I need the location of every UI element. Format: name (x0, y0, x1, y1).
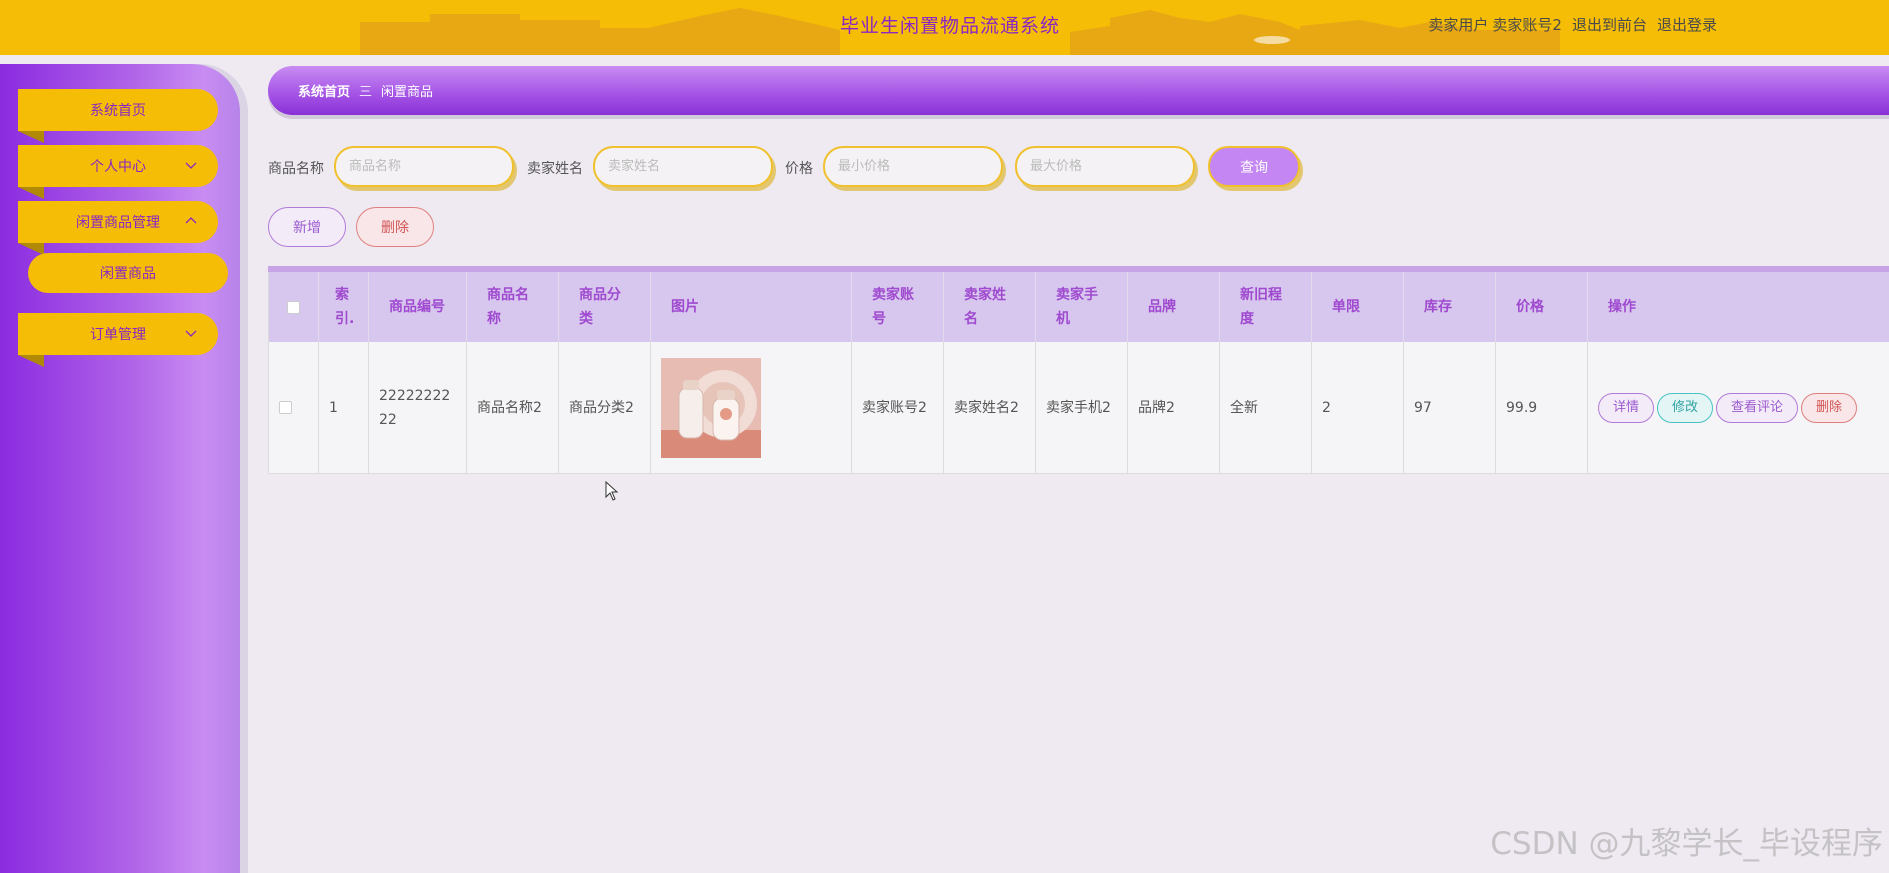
breadcrumb-separator: 三 (359, 85, 373, 100)
sidebar-subitem-label: 闲置商品 (100, 266, 156, 282)
cell-brand: 品牌2 (1128, 342, 1220, 473)
watermark: CSDN @九黎学长_毕设程序 (1490, 826, 1883, 862)
goods-table: 索引. 商品编号 商品名称 商品分类 图片 卖家账号 卖家姓名 卖家手机 品牌 … (268, 266, 1889, 474)
sidebar-item-label: 闲置商品管理 (76, 215, 160, 231)
cell-code: 2222222222 (369, 342, 467, 473)
select-all-checkbox[interactable] (287, 300, 300, 314)
price-label: 价格 (785, 161, 813, 177)
col-stock: 库存 (1404, 272, 1496, 342)
product-thumbnail[interactable] (661, 357, 761, 458)
cell-stock: 97 (1404, 342, 1496, 473)
cell-ops: 详情 修改 查看评论 删除 (1588, 342, 1889, 473)
cell-index: 1 (319, 342, 369, 473)
mouse-cursor-icon (605, 481, 619, 501)
col-seller-name: 卖家姓名 (944, 272, 1036, 342)
cell-image (651, 342, 852, 473)
col-index: 索引. (319, 272, 369, 342)
chevron-down-icon (185, 330, 197, 337)
batch-delete-button[interactable]: 删除 (356, 207, 434, 247)
cell-seller-account: 卖家账号2 (852, 342, 944, 473)
sidebar-item-home[interactable]: 系统首页 (18, 89, 218, 143)
cell-price: 99.9 (1496, 342, 1588, 473)
ribbon-fold (18, 243, 44, 255)
max-price-input[interactable] (1015, 146, 1195, 187)
ribbon-fold (18, 355, 44, 367)
cell-category: 商品分类2 (559, 342, 651, 473)
user-name: 卖家账号2 (1492, 16, 1562, 34)
goods-name-label: 商品名称 (268, 161, 324, 177)
sidebar: 系统首页 个人中心 闲置商品管理 闲置商品 订单管理 (0, 64, 240, 873)
ribbon-fold (18, 187, 44, 199)
table-row: 1 2222222222 商品名称2 商品分类2 卖家账号2 卖家姓名2 卖家手… (268, 342, 1889, 474)
sidebar-item-idle-goods-mgmt[interactable]: 闲置商品管理 (18, 201, 218, 255)
cell-limit: 2 (1312, 342, 1404, 473)
row-select-cell (268, 342, 319, 473)
col-condition: 新旧程度 (1220, 272, 1312, 342)
goods-name-input[interactable] (334, 146, 514, 187)
col-code: 商品编号 (369, 272, 467, 342)
row-checkbox[interactable] (279, 401, 292, 414)
cell-name: 商品名称2 (467, 342, 559, 473)
min-price-input[interactable] (823, 146, 1003, 187)
breadcrumb-home[interactable]: 系统首页 (298, 81, 350, 100)
col-limit: 单限 (1312, 272, 1404, 342)
user-role: 卖家用户 (1428, 16, 1489, 34)
to-front-link[interactable]: 退出到前台 (1572, 14, 1647, 35)
sidebar-item-orders[interactable]: 订单管理 (18, 313, 218, 367)
col-seller-account: 卖家账号 (852, 272, 944, 342)
seller-name-input[interactable] (593, 146, 773, 187)
cell-seller-phone: 卖家手机2 (1036, 342, 1128, 473)
col-price: 价格 (1496, 272, 1588, 342)
add-button[interactable]: 新增 (268, 207, 346, 247)
chevron-down-icon (185, 162, 197, 169)
sidebar-item-label: 系统首页 (90, 103, 146, 119)
edit-button[interactable]: 修改 (1657, 392, 1714, 423)
cell-seller-name: 卖家姓名2 (944, 342, 1036, 473)
col-name: 商品名称 (467, 272, 559, 342)
breadcrumb: 系统首页 三 闲置商品 (268, 66, 1889, 115)
chevron-up-icon (185, 217, 197, 224)
detail-button[interactable]: 详情 (1598, 392, 1655, 423)
sidebar-subitem-idle-goods[interactable]: 闲置商品 (28, 253, 228, 293)
sidebar-item-label: 订单管理 (90, 327, 146, 343)
app-title: 毕业生闲置物品流通系统 (839, 15, 1060, 37)
user-info: 卖家用户 卖家账号2 退出到前台 退出登录 (1428, 14, 1717, 35)
delete-button[interactable]: 删除 (1801, 392, 1858, 423)
table-header: 索引. 商品编号 商品名称 商品分类 图片 卖家账号 卖家姓名 卖家手机 品牌 … (268, 272, 1889, 342)
view-reviews-button[interactable]: 查看评论 (1716, 392, 1799, 423)
select-all-cell (268, 272, 319, 342)
ribbon-fold (18, 131, 44, 143)
col-image: 图片 (651, 272, 852, 342)
sidebar-item-personal[interactable]: 个人中心 (18, 145, 218, 199)
cell-condition: 全新 (1220, 342, 1312, 473)
col-seller-phone: 卖家手机 (1036, 272, 1128, 342)
top-bar: 毕业生闲置物品流通系统 卖家用户 卖家账号2 退出到前台 退出登录 (0, 0, 1889, 55)
col-ops: 操作 (1608, 299, 1636, 315)
query-button[interactable]: 查询 (1208, 146, 1300, 187)
logout-link[interactable]: 退出登录 (1657, 14, 1717, 35)
breadcrumb-current: 闲置商品 (381, 85, 434, 100)
sidebar-item-label: 个人中心 (90, 159, 146, 175)
seller-name-label: 卖家姓名 (527, 161, 583, 177)
col-category: 商品分类 (559, 272, 651, 342)
col-brand: 品牌 (1128, 272, 1220, 342)
